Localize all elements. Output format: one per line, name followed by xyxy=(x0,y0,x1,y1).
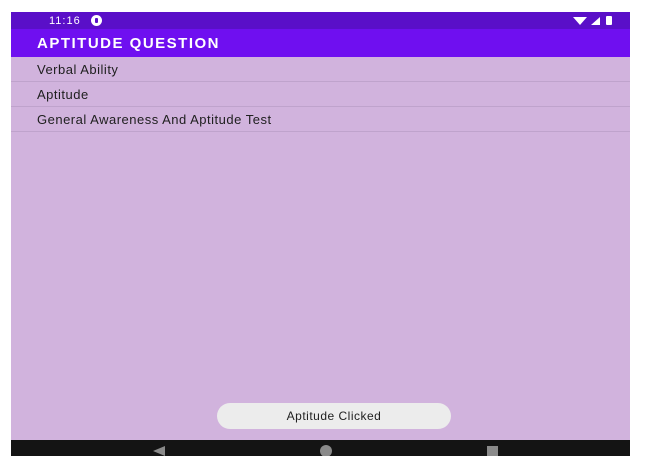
navigation-bar xyxy=(11,440,630,456)
list-item-label: Verbal Ability xyxy=(37,61,119,77)
list-item-aptitude[interactable]: Aptitude xyxy=(11,82,630,107)
app-bar: APTITUDE QUESTION xyxy=(11,29,630,57)
recents-square-icon[interactable] xyxy=(487,446,498,456)
notification-dot-icon xyxy=(90,15,102,26)
status-bar: 11:16 xyxy=(11,12,630,29)
phone-screen: 11:16 APTITUDE QUESTION Verbal Ability A… xyxy=(11,12,630,456)
status-right xyxy=(573,16,612,25)
signal-icon xyxy=(591,16,600,25)
list-item-label: General Awareness And Aptitude Test xyxy=(37,111,272,127)
toast-message: Aptitude Clicked xyxy=(217,403,451,429)
status-time: 11:16 xyxy=(49,14,81,27)
list-item-label: Aptitude xyxy=(37,86,89,102)
battery-icon xyxy=(606,16,612,25)
app-bar-title: APTITUDE QUESTION xyxy=(37,34,221,52)
back-triangle-icon[interactable] xyxy=(153,446,165,456)
topic-list: Verbal Ability Aptitude General Awarenes… xyxy=(11,57,630,132)
list-item-general-awareness[interactable]: General Awareness And Aptitude Test xyxy=(11,107,630,132)
home-circle-icon[interactable] xyxy=(320,445,332,456)
list-item-verbal-ability[interactable]: Verbal Ability xyxy=(11,57,630,82)
wifi-icon xyxy=(573,16,587,25)
status-left: 11:16 xyxy=(49,15,102,27)
toast-text: Aptitude Clicked xyxy=(286,409,382,423)
